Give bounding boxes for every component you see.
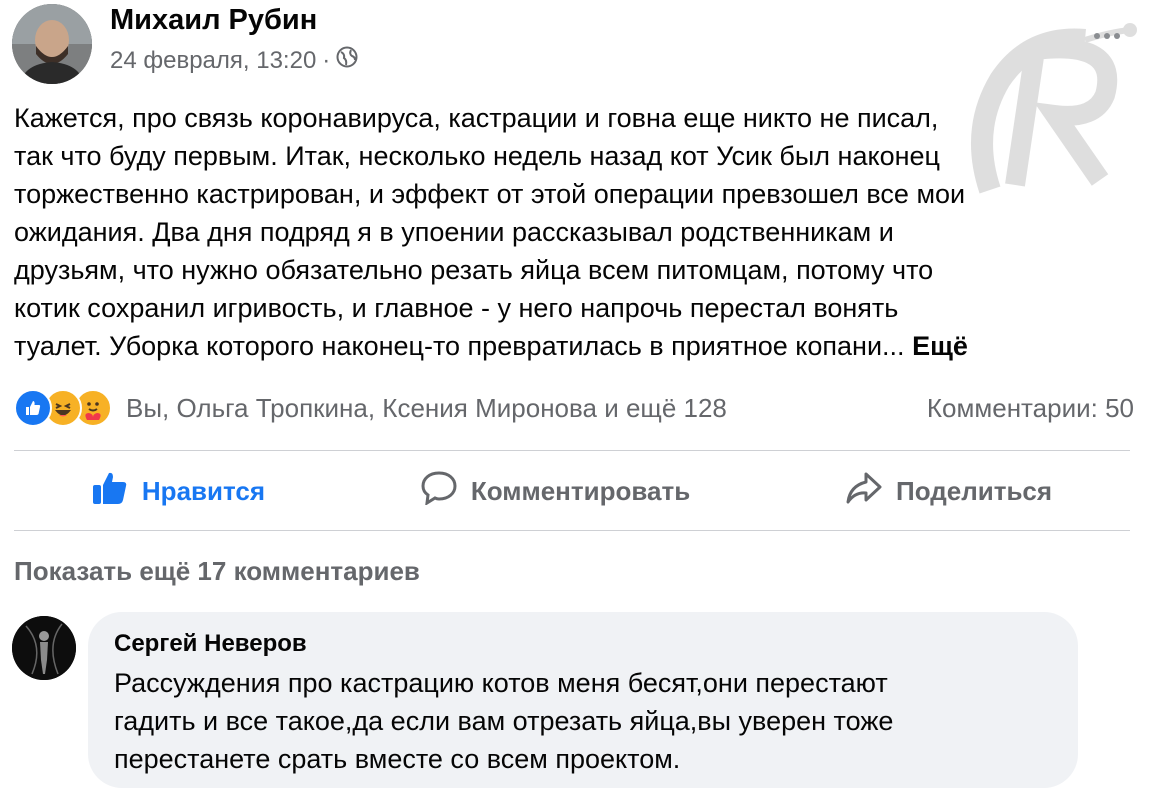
like-label: Нравится xyxy=(141,475,266,506)
comment-bubble-icon xyxy=(421,470,457,512)
post-text: Кажется, про связь коронавируса, кастрац… xyxy=(14,99,1134,365)
divider xyxy=(14,530,1130,531)
divider xyxy=(14,450,1130,451)
author-name[interactable]: Михаил Рубин xyxy=(110,4,317,37)
comment-label: Комментировать xyxy=(470,475,691,506)
show-more-comments-link[interactable]: Показать ещё 17 комментариев xyxy=(14,556,420,587)
meta-separator: · xyxy=(322,46,331,74)
share-arrow-icon xyxy=(846,471,882,512)
comments-count[interactable]: Комментарии: 50 xyxy=(927,393,1134,424)
more-options-button[interactable] xyxy=(1090,24,1124,48)
author-avatar[interactable] xyxy=(12,4,92,84)
dot-icon xyxy=(1094,33,1100,39)
comment-text: Рассуждения про кастрацию котов меня бес… xyxy=(114,668,894,774)
comment-button[interactable]: Комментировать xyxy=(421,470,691,512)
see-more-link[interactable]: Ещё xyxy=(912,331,968,361)
post-meta: 24 февраля, 13:20 · xyxy=(110,46,358,75)
commenter-avatar[interactable] xyxy=(12,616,76,680)
post-body: Кажется, про связь коронавируса, кастрац… xyxy=(14,103,966,361)
dot-icon xyxy=(1114,33,1120,39)
like-button[interactable]: Нравится xyxy=(92,471,265,512)
action-bar: Нравится Комментировать Поделиться xyxy=(14,452,1130,530)
reaction-names[interactable]: Вы, Ольга Тропкина, Ксения Миронова и ещ… xyxy=(126,393,727,424)
reaction-icons[interactable] xyxy=(14,389,112,427)
post-date[interactable]: 24 февраля, 13:20 xyxy=(110,47,316,75)
comment-author[interactable]: Сергей Неверов xyxy=(114,630,307,658)
share-button[interactable]: Поделиться xyxy=(846,471,1052,512)
thumbs-up-icon xyxy=(92,471,128,512)
dot-icon xyxy=(1104,33,1110,39)
like-reaction-icon xyxy=(14,389,52,427)
share-label: Поделиться xyxy=(896,475,1053,506)
reactions-row: Вы, Ольга Тропкина, Ксения Миронова и ещ… xyxy=(14,388,1134,428)
globe-icon xyxy=(336,46,358,75)
comment-bubble: Сергей Неверов Рассуждения про кастрацию… xyxy=(88,612,1078,788)
